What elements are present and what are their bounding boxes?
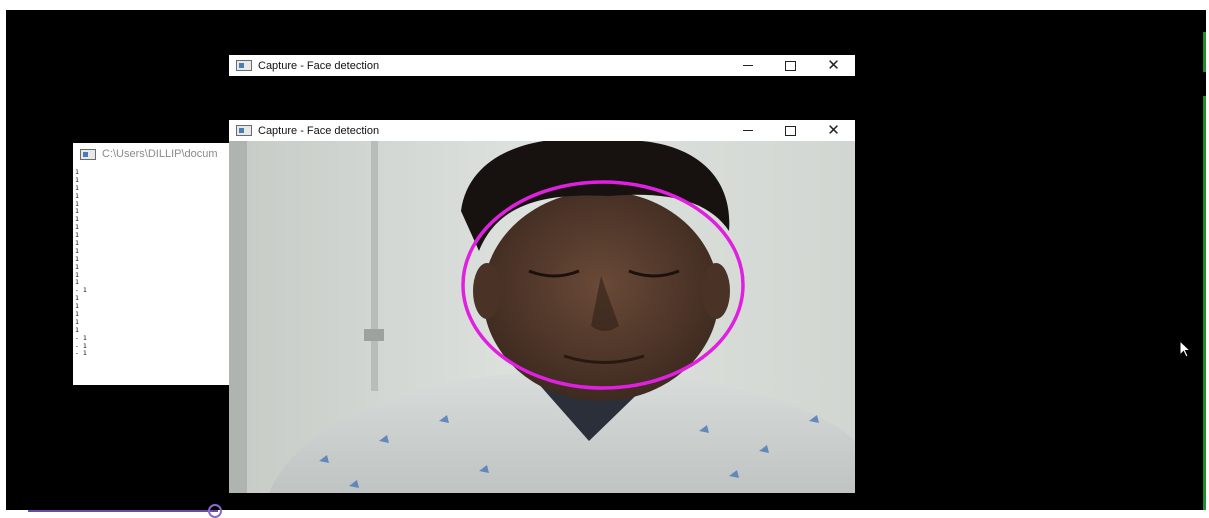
wall-bracket [364, 329, 384, 341]
console-line: - 1 [75, 333, 87, 342]
app-icon [236, 60, 252, 71]
wall-pipe [371, 141, 378, 391]
console-line: 1 [75, 175, 79, 184]
close-button[interactable]: ✕ [812, 120, 855, 141]
console-line: 1 [75, 231, 79, 240]
console-line: - 1 [75, 286, 87, 295]
console-title: C:\Users\DILLIP\docum [102, 148, 218, 160]
right-ear [702, 263, 730, 319]
console-line: 1 [75, 278, 79, 287]
console-line: 1 [75, 215, 79, 224]
console-output: 111111111111111- 111111- 1- 1- 1 [75, 168, 233, 358]
console-line: 1 [75, 223, 79, 232]
console-line: 1 [75, 168, 79, 176]
desktop-edge-line [1203, 32, 1206, 72]
console-window[interactable]: C:\Users\DILLIP\docum 111111111111111- 1… [73, 143, 233, 385]
console-line: - 1 [75, 341, 87, 350]
minimize-button[interactable] [726, 120, 769, 141]
capture-window-front[interactable]: Capture - Face detection ✕ [229, 120, 855, 493]
left-ear [473, 263, 501, 319]
console-line: 1 [75, 199, 79, 208]
console-app-icon [80, 148, 96, 160]
console-line: - 1 [75, 349, 87, 358]
mouse-cursor-icon [1179, 340, 1192, 358]
camera-view [229, 141, 855, 493]
progress-knob[interactable] [208, 504, 222, 518]
window-title: Capture - Face detection [258, 59, 380, 72]
title-bar[interactable]: Capture - Face detection ✕ [229, 120, 855, 141]
console-line: 1 [75, 325, 79, 334]
console-line: 1 [75, 207, 79, 216]
console-line: 1 [75, 254, 79, 263]
console-line: 1 [75, 302, 79, 311]
console-line: 1 [75, 183, 79, 192]
console-line: 1 [75, 191, 79, 200]
window-title: Capture - Face detection [258, 124, 380, 137]
close-button[interactable]: ✕ [812, 55, 855, 76]
maximize-button[interactable] [769, 55, 812, 76]
desktop-edge-line [1203, 96, 1206, 510]
capture-window-back[interactable]: Capture - Face detection ✕ [229, 55, 855, 76]
console-line: 1 [75, 239, 79, 248]
console-line: 1 [75, 310, 79, 319]
console-line: 1 [75, 317, 79, 326]
console-line: 1 [75, 262, 79, 271]
title-bar[interactable]: Capture - Face detection ✕ [229, 55, 855, 76]
camera-frame [229, 141, 855, 493]
console-title-bar[interactable]: C:\Users\DILLIP\docum [73, 143, 233, 165]
app-icon [236, 125, 252, 136]
console-line: 1 [75, 246, 79, 255]
wall-edge [229, 141, 247, 493]
maximize-button[interactable] [769, 120, 812, 141]
console-line: 1 [75, 270, 79, 279]
console-line: 1 [75, 294, 79, 303]
minimize-button[interactable] [726, 55, 769, 76]
progress-track[interactable] [28, 510, 218, 512]
